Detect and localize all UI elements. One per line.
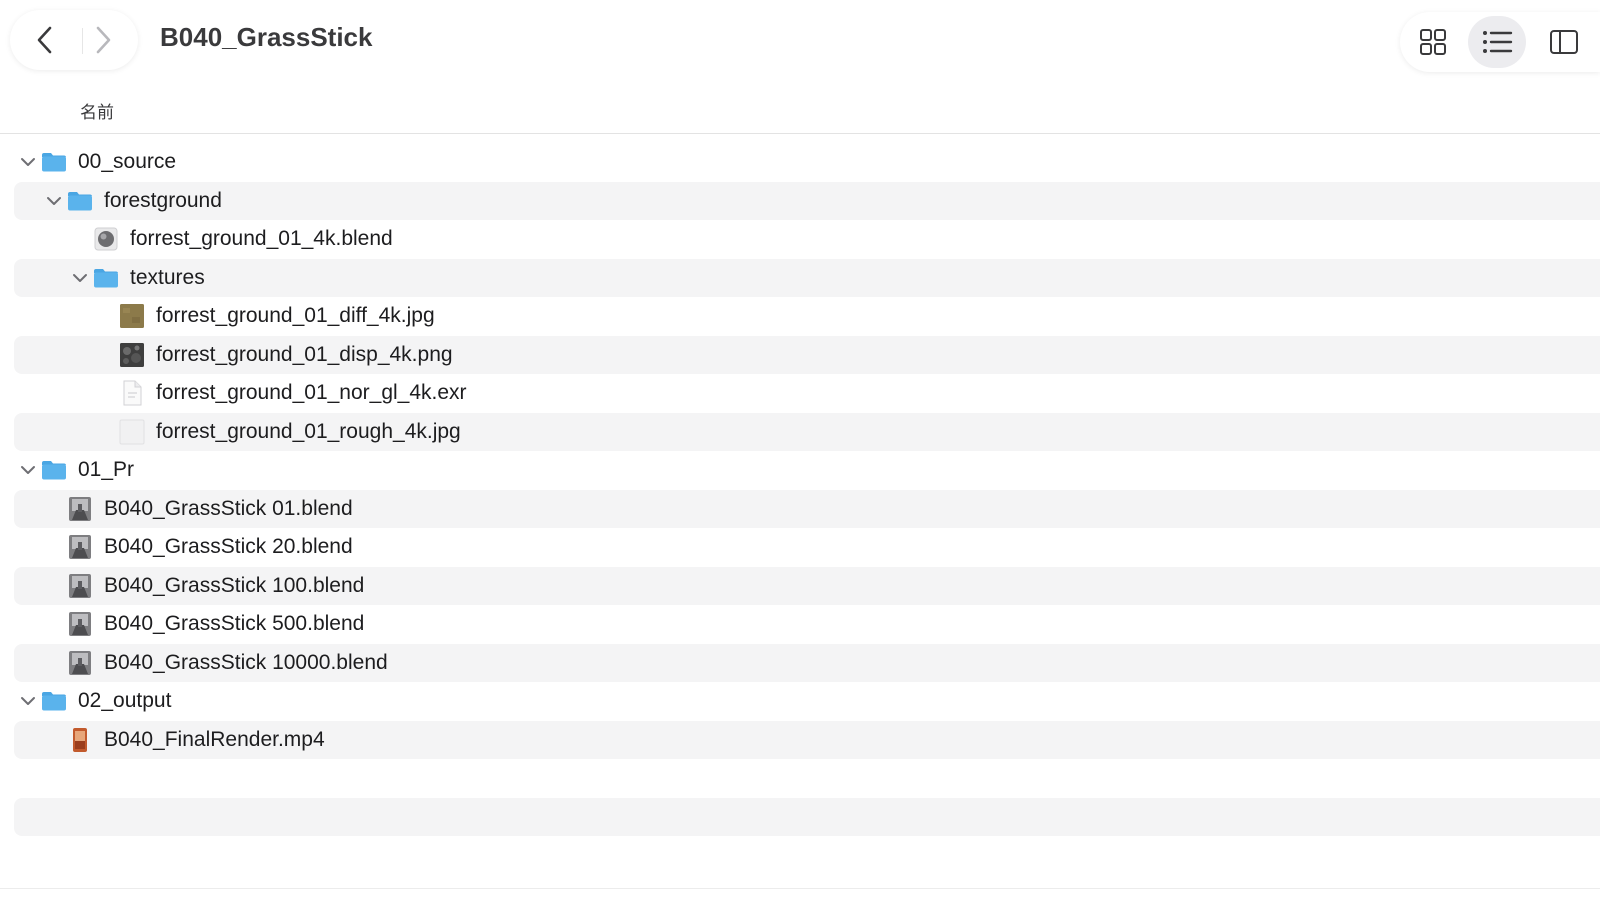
file-name: forrest_ground_01_rough_4k.jpg <box>156 419 461 443</box>
blend-file-icon <box>92 226 120 252</box>
folder-row[interactable]: 00_source <box>14 143 1600 181</box>
folder-icon <box>40 688 68 714</box>
folder-icon <box>92 265 120 291</box>
chevron-left-icon <box>37 26 52 54</box>
image-thumbnail-icon <box>118 342 146 368</box>
image-thumbnail-icon <box>118 419 146 445</box>
file-row[interactable]: B040_GrassStick 01.blend <box>14 489 1600 528</box>
image-thumbnail-icon <box>118 303 146 329</box>
blend-file-icon <box>66 611 94 637</box>
file-row[interactable]: forrest_ground_01_diff_4k.jpg <box>14 297 1600 335</box>
file-row[interactable]: forrest_ground_01_rough_4k.jpg <box>14 412 1600 451</box>
blend-file-icon <box>66 650 94 676</box>
column-icon <box>1550 30 1578 54</box>
list-column-header: 名前 <box>0 88 1600 134</box>
file-name: textures <box>130 265 205 289</box>
file-name: 00_source <box>78 150 177 173</box>
file-row[interactable]: B040_GrassStick 20.blend <box>14 528 1600 566</box>
file-name: forrest_ground_01_diff_4k.jpg <box>156 304 435 327</box>
disclosure-chevron-icon[interactable] <box>70 267 90 289</box>
file-row[interactable]: forrest_ground_01_disp_4k.png <box>14 335 1600 374</box>
list-view-button[interactable] <box>1468 16 1526 68</box>
folder-row[interactable]: forestground <box>14 181 1600 220</box>
name-column-header[interactable]: 名前 <box>80 98 114 123</box>
file-name: forrest_ground_01_disp_4k.png <box>156 342 453 366</box>
file-name: B040_GrassStick 20.blend <box>104 535 353 558</box>
file-name: B040_GrassStick 500.blend <box>104 612 365 635</box>
folder-icon <box>40 457 68 483</box>
folder-row[interactable]: textures <box>14 258 1600 297</box>
view-mode-selector <box>1400 12 1600 72</box>
file-row[interactable]: B040_GrassStick 100.blend <box>14 566 1600 605</box>
navigation-buttons <box>10 10 138 70</box>
file-name: B040_GrassStick 01.blend <box>104 496 353 520</box>
file-name: 01_Pr <box>78 458 135 481</box>
window-bottom-edge <box>0 888 1600 889</box>
file-row[interactable]: forrest_ground_01_4k.blend <box>14 220 1600 258</box>
file-row[interactable]: B040_GrassStick 500.blend <box>14 605 1600 643</box>
forward-button[interactable] <box>72 10 134 70</box>
chevron-right-icon <box>96 26 111 54</box>
icon-view-button[interactable] <box>1404 16 1462 68</box>
folder-row[interactable]: 01_Pr <box>14 451 1600 489</box>
blend-file-icon <box>66 573 94 599</box>
document-icon <box>118 380 146 406</box>
file-name: 02_output <box>78 689 172 712</box>
blend-file-icon <box>66 496 94 522</box>
column-view-button[interactable] <box>1534 16 1592 68</box>
grid-icon <box>1420 29 1446 55</box>
blend-file-icon <box>66 534 94 560</box>
folder-icon <box>66 188 94 214</box>
disclosure-chevron-icon[interactable] <box>18 459 38 481</box>
file-name: forestground <box>104 188 222 212</box>
file-name: B040_FinalRender.mp4 <box>104 727 325 751</box>
file-name: forrest_ground_01_4k.blend <box>130 227 393 250</box>
finder-toolbar: B040_GrassStick <box>0 0 1600 88</box>
disclosure-chevron-icon[interactable] <box>18 690 38 712</box>
file-name: B040_GrassStick 100.blend <box>104 573 365 597</box>
folder-row[interactable]: 02_output <box>14 682 1600 720</box>
empty-row <box>14 797 1600 836</box>
disclosure-chevron-icon[interactable] <box>44 190 64 212</box>
window-title: B040_GrassStick <box>160 22 373 52</box>
file-name: forrest_ground_01_nor_gl_4k.exr <box>156 381 467 404</box>
file-row[interactable]: B040_GrassStick 10000.blend <box>14 643 1600 682</box>
folder-icon <box>40 149 68 175</box>
list-icon <box>1483 31 1513 53</box>
disclosure-chevron-icon[interactable] <box>18 151 38 173</box>
file-name: B040_GrassStick 10000.blend <box>104 650 388 674</box>
video-file-icon <box>66 727 94 753</box>
back-button[interactable] <box>14 10 76 70</box>
file-row[interactable]: B040_FinalRender.mp4 <box>14 720 1600 759</box>
file-row[interactable]: forrest_ground_01_nor_gl_4k.exr <box>14 374 1600 412</box>
